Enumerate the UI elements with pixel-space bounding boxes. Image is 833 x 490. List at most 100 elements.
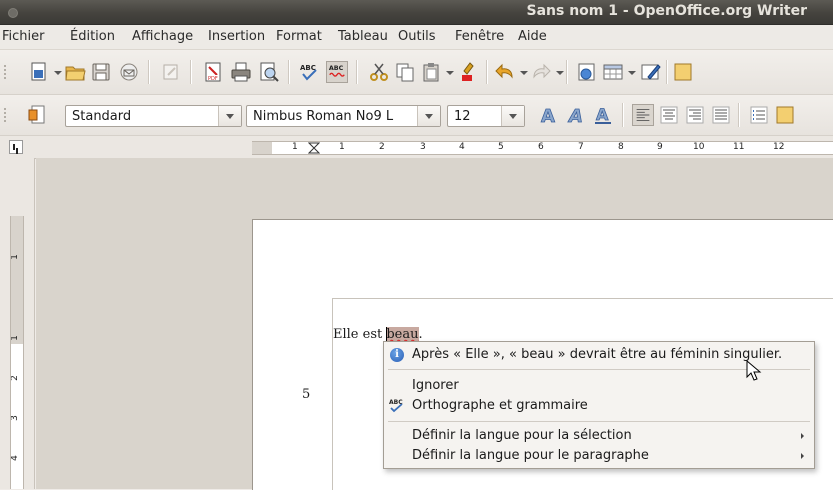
styles-formatting-icon[interactable]	[26, 104, 48, 126]
ruler-number: 4	[10, 455, 20, 461]
undo-dropdown-arrow[interactable]	[520, 71, 528, 75]
paragraph-style-value: Standard	[72, 109, 132, 124]
spellcheck-icon[interactable]: ABC	[298, 61, 320, 83]
hyperlink-icon[interactable]	[576, 61, 598, 83]
redo-icon[interactable]	[530, 61, 552, 83]
mouse-pointer-icon	[746, 360, 762, 381]
paragraph-style-select[interactable]: Standard	[65, 105, 242, 127]
text-after: .	[418, 327, 423, 342]
vertical-ruler-bar: 1 1 2 3 4	[0, 158, 35, 489]
table-icon[interactable]	[602, 61, 624, 83]
italic-icon[interactable]: A	[566, 104, 588, 126]
undo-icon[interactable]	[494, 61, 516, 83]
menu-bar: Fichier Édition Affichage Insertion Form…	[0, 25, 833, 50]
font-name-select[interactable]: Nimbus Roman No9 L	[246, 105, 441, 127]
email-icon[interactable]	[118, 61, 140, 83]
auto-spellcheck-icon[interactable]: ABC	[326, 61, 348, 83]
ruler-number: 2	[379, 142, 385, 152]
spelling-grammar-item[interactable]: ABC Orthographe et grammaire	[384, 396, 814, 416]
navigator-icon[interactable]	[672, 61, 694, 83]
save-icon[interactable]	[90, 61, 112, 83]
toolbar-grip[interactable]	[4, 108, 10, 122]
menu-affichage[interactable]: Affichage	[132, 29, 193, 44]
indent-marker-icon[interactable]	[308, 142, 320, 154]
font-size-value: 12	[454, 109, 471, 124]
svg-text:A: A	[596, 105, 609, 124]
menu-tableau[interactable]: Tableau	[338, 29, 388, 44]
set-language-selection-item[interactable]: Définir la langue pour la sélection	[384, 426, 814, 446]
set-language-selection-label: Définir la langue pour la sélection	[412, 428, 632, 443]
ruler-number: 1	[10, 335, 20, 341]
window-title: Sans nom 1 - OpenOffice.org Writer	[526, 3, 807, 19]
font-size-select[interactable]: 12	[447, 105, 525, 127]
misspelled-word[interactable]: beau	[386, 327, 419, 342]
open-folder-icon[interactable]	[64, 61, 86, 83]
cut-icon[interactable]	[368, 61, 390, 83]
justify-icon[interactable]	[710, 104, 732, 126]
menu-aide[interactable]: Aide	[518, 29, 547, 44]
clone-formatting-icon[interactable]	[458, 61, 480, 83]
export-pdf-icon[interactable]: PDF	[202, 61, 224, 83]
ruler-number: 2	[10, 375, 20, 381]
line-number: 5	[302, 387, 311, 402]
paste-icon[interactable]	[420, 61, 442, 83]
toolbar-separator	[738, 103, 740, 127]
menu-insertion[interactable]: Insertion	[208, 29, 265, 44]
chevron-right-icon	[801, 433, 804, 439]
ruler-number: 1	[292, 142, 298, 152]
bullets-icon[interactable]	[774, 104, 796, 126]
toolbar-separator	[288, 60, 290, 84]
print-preview-icon[interactable]	[258, 61, 280, 83]
toolbar-separator	[666, 60, 668, 84]
bold-icon[interactable]: A	[538, 104, 560, 126]
set-language-paragraph-item[interactable]: Définir la langue pour le paragraphe	[384, 446, 814, 466]
ruler-margin	[252, 142, 272, 154]
ruler-margin	[11, 216, 23, 344]
toolbar-grip[interactable]	[4, 65, 10, 79]
ruler-number: 7	[578, 142, 584, 152]
chevron-right-icon	[801, 453, 804, 459]
title-bar: Sans nom 1 - OpenOffice.org Writer	[0, 0, 833, 25]
ruler-number: 6	[538, 142, 544, 152]
menu-fichier[interactable]: Fichier	[2, 29, 45, 44]
table-dropdown-arrow[interactable]	[628, 71, 636, 75]
new-document-icon[interactable]	[28, 61, 50, 83]
svg-text:ABC: ABC	[300, 64, 316, 72]
edit-file-icon[interactable]	[160, 61, 182, 83]
vertical-ruler[interactable]: 1 1 2 3 4	[10, 216, 24, 489]
horizontal-ruler[interactable]: 1 1 2 3 4 5 6 7 8 9 10 11 12	[252, 141, 833, 155]
numbering-icon[interactable]	[748, 104, 770, 126]
toolbar-separator	[622, 103, 624, 127]
ruler-number: 3	[10, 415, 20, 421]
spelling-grammar-label: Orthographe et grammaire	[412, 398, 588, 413]
underline-icon[interactable]: A	[592, 104, 614, 126]
menu-edition[interactable]: Édition	[70, 29, 115, 44]
ruler-number: 11	[733, 142, 745, 152]
chevron-down-icon[interactable]	[417, 106, 440, 126]
menu-separator	[388, 421, 810, 422]
show-draw-functions-icon[interactable]	[640, 61, 662, 83]
ruler-number: 10	[693, 142, 705, 152]
copy-icon[interactable]	[394, 61, 416, 83]
document-text[interactable]: Elle est beau.	[333, 327, 423, 342]
tab-stop-selector[interactable]	[9, 140, 23, 154]
menu-outils[interactable]: Outils	[398, 29, 436, 44]
menu-fenetre[interactable]: Fenêtre	[455, 29, 504, 44]
paste-dropdown-arrow[interactable]	[446, 71, 454, 75]
ignore-label: Ignorer	[412, 378, 459, 393]
chevron-down-icon[interactable]	[218, 106, 241, 126]
menu-format[interactable]: Format	[276, 29, 322, 44]
ruler-number: 3	[420, 142, 426, 152]
ruler-number: 12	[773, 142, 785, 152]
align-right-icon[interactable]	[684, 104, 706, 126]
align-left-icon[interactable]	[632, 104, 654, 126]
print-icon[interactable]	[230, 61, 252, 83]
align-center-icon[interactable]	[658, 104, 680, 126]
toolbar-separator	[190, 60, 192, 84]
ruler-number: 4	[459, 142, 465, 152]
redo-dropdown-arrow[interactable]	[556, 71, 564, 75]
text-before: Elle est	[333, 327, 387, 342]
new-dropdown-arrow[interactable]	[54, 71, 62, 75]
ruler-number: 8	[618, 142, 624, 152]
chevron-down-icon[interactable]	[501, 106, 524, 126]
